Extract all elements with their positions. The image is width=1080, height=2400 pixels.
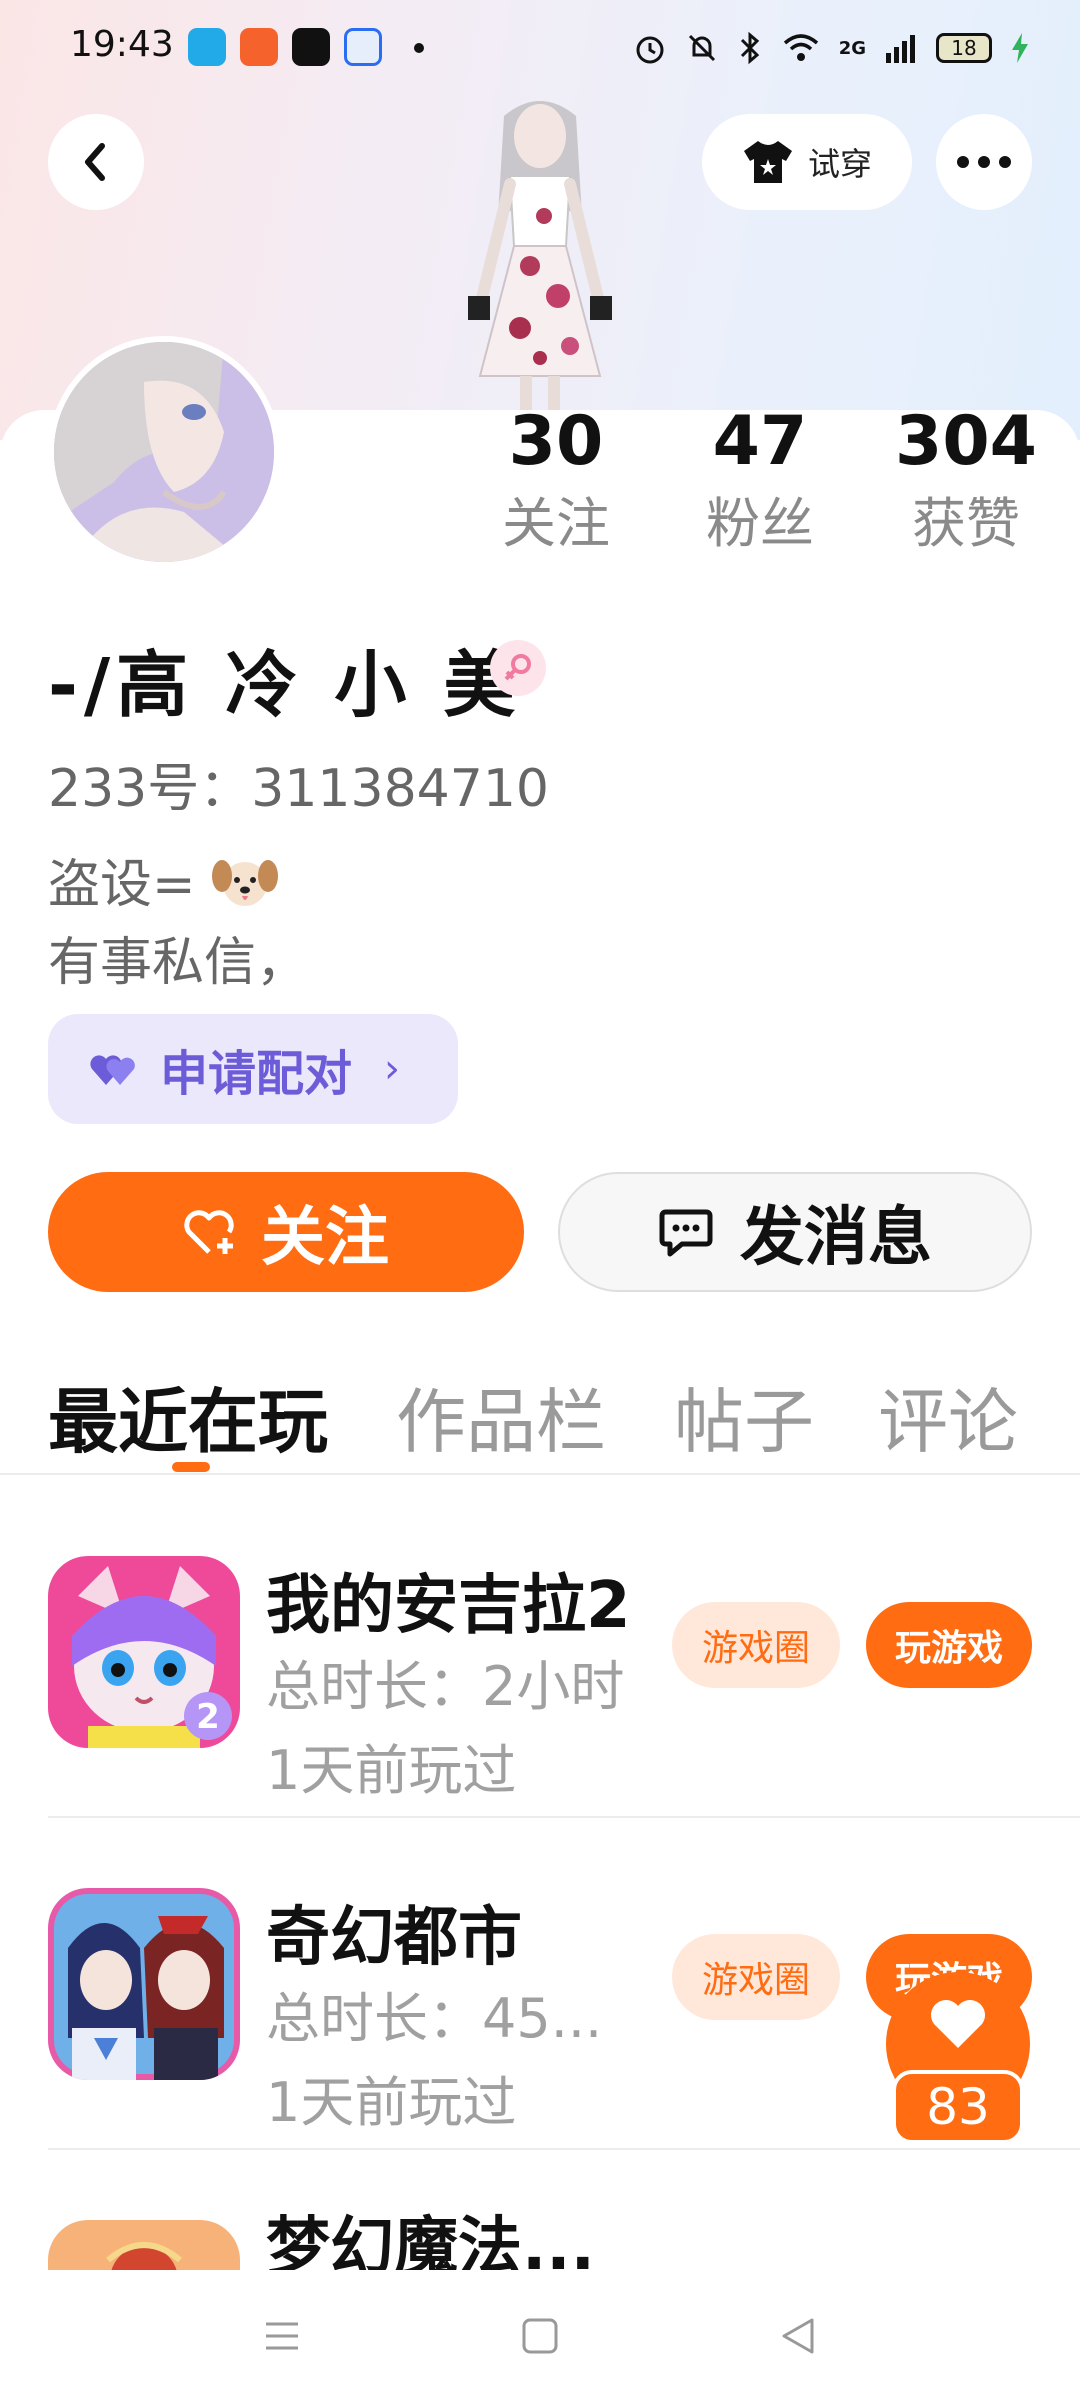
user-id: 233号：311384710 [48,759,550,819]
tab-works[interactable]: 作品栏 [396,1366,606,1467]
more-options-button[interactable] [936,114,1032,210]
follow-button[interactable]: 关注 [48,1172,524,1292]
following-label: 关注 [502,492,610,555]
back-button[interactable] [48,114,144,210]
battery-level: 18 [951,36,977,60]
game-icon-magic [48,2220,240,2270]
likes-count: 304 [895,402,1037,481]
alarm-icon [636,36,664,64]
game-circle-button[interactable]: 游戏圈 [672,1934,840,2020]
female-gender-icon [490,640,546,696]
like-count-badge: 83 [892,2070,1024,2144]
try-on-button[interactable]: 试穿 [702,114,912,210]
svg-text:2: 2 [196,1697,220,1737]
game-name: 梦幻魔法... [266,2211,595,2270]
signal-icon [886,35,915,63]
followers-count: 47 [712,402,808,481]
double-heart-icon [90,1055,135,1085]
try-on-label: 试穿 [807,145,872,183]
following-count: 30 [508,402,604,481]
bluetooth-icon [740,31,759,65]
row-divider [48,2148,1080,2150]
following-stat[interactable]: 30 关注 [476,400,636,564]
row-divider [48,1816,1080,1818]
avatar[interactable] [48,336,280,568]
tab-posts[interactable]: 帖子 [674,1366,814,1467]
back-triangle-icon[interactable] [778,2316,818,2356]
likes-stat[interactable]: 304 获赞 [886,400,1046,564]
username: -/高 冷 小 美 [48,643,522,727]
game-last-played: 1天前玩过 [266,1739,517,1802]
game-row[interactable]: 梦幻魔法... [0,2170,1080,2270]
tab-divider [0,1473,1080,1475]
game-duration: 总时长：45... [266,1987,603,2050]
more-dots-icon [957,156,1011,168]
charging-icon [1012,33,1028,63]
follow-label: 关注 [261,1201,389,1275]
chevron-right-icon: › [384,1046,401,1092]
followers-label: 粉丝 [706,492,814,555]
heart-icon [931,2000,985,2048]
chevron-left-icon [85,143,105,181]
bio-line-1: 盗设= [48,842,279,917]
heart-plus-icon [184,1210,234,1254]
menu-icon[interactable] [262,2316,302,2356]
bio-line-1-text: 盗设= [48,855,196,915]
mute-icon [688,34,715,62]
system-navigation-bar [0,2270,1080,2400]
game-circle-button[interactable]: 游戏圈 [672,1602,840,1688]
network-type-label: 2G [838,37,866,59]
request-pair-button[interactable]: 申请配对 › [48,1014,458,1124]
browser-icon [344,28,382,66]
home-square-icon[interactable] [520,2316,560,2356]
battery-indicator: 18 [936,33,992,63]
avatar-image [54,342,274,562]
notification-dot-icon [414,43,424,53]
request-pair-label: 申请配对 [160,1046,353,1102]
send-message-button[interactable]: 发消息 [558,1172,1032,1292]
wifi-icon [783,34,818,61]
active-tab-indicator [172,1462,210,1472]
status-bar: 19:43 2G 18 [0,0,1080,96]
tab-comments[interactable]: 评论 [878,1366,1018,1467]
qq-icon [188,28,226,66]
game-name: 我的安吉拉2 [266,1569,631,1643]
bio-line-2: 有事私信， [48,933,309,993]
game-row[interactable]: 2 我的安吉拉2 总时长：2小时 1天前玩过 游戏圈 玩游戏 [0,1506,1080,1838]
avatar-character-figure [468,101,612,416]
likes-label: 获赞 [912,492,1020,555]
play-game-button[interactable]: 玩游戏 [866,1602,1032,1688]
game-icon-angela: 2 [48,1556,240,1748]
chat-bubble-icon [659,1209,713,1257]
dog-face-icon [212,860,279,906]
game-name: 奇幻都市 [266,1901,522,1975]
kuaishou-icon [240,28,278,66]
game-icon-fantasy-city [48,1888,240,2080]
tiktok-icon [292,28,330,66]
tab-recently-played[interactable]: 最近在玩 [48,1366,328,1467]
game-last-played: 1天前玩过 [266,2071,517,2134]
followers-stat[interactable]: 47 粉丝 [680,400,840,564]
status-time: 19:43 [70,24,174,65]
send-message-label: 发消息 [740,1201,932,1275]
shirt-icon [743,141,792,183]
game-duration: 总时长：2小时 [266,1655,625,1718]
